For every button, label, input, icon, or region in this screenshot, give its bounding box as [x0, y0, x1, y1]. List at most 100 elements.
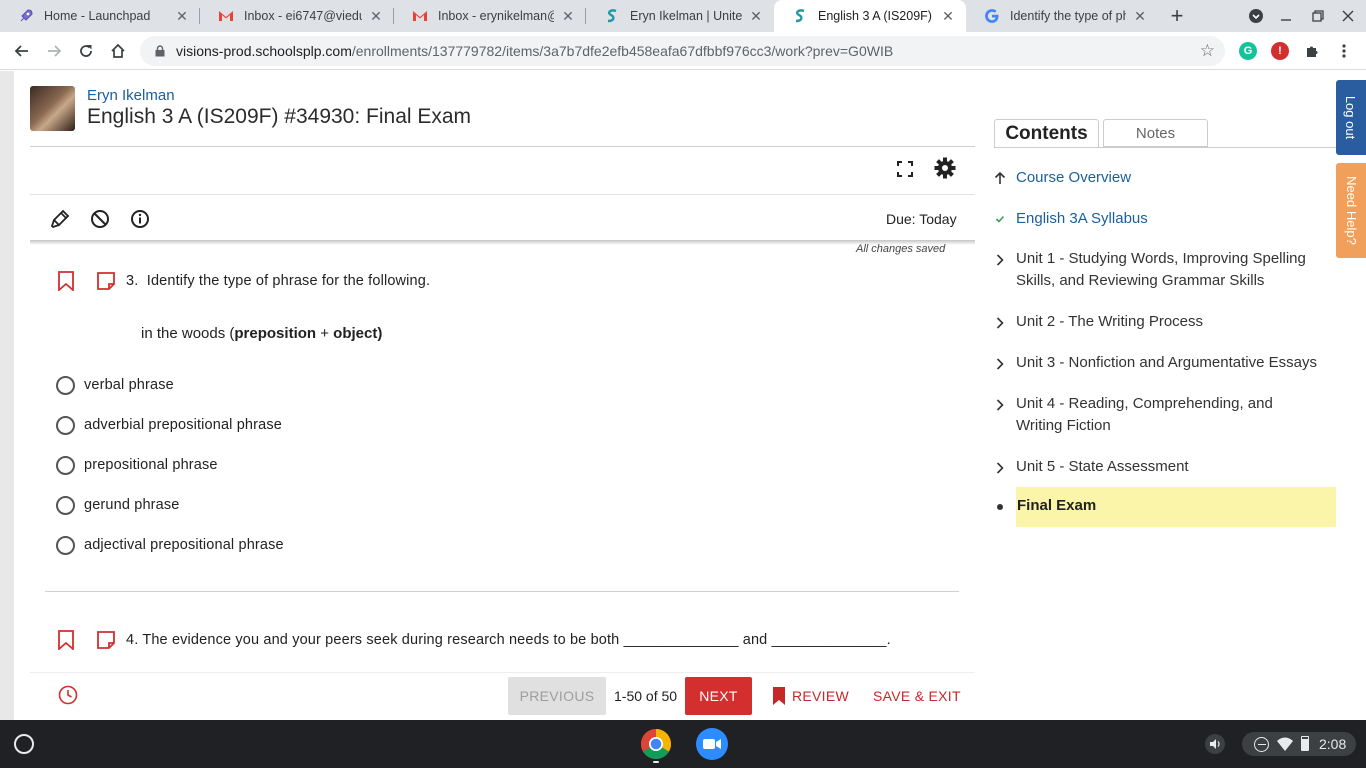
forward-arrow-icon[interactable]: [42, 39, 66, 63]
sidebar-item-label[interactable]: Unit 4 - Reading, Comprehending, and Wri…: [1016, 393, 1316, 437]
bookmark-question-icon[interactable]: [56, 630, 76, 651]
radio-button[interactable]: [56, 375, 75, 395]
radio-button[interactable]: [56, 415, 75, 435]
home-icon[interactable]: [106, 39, 130, 63]
zoom-app-icon[interactable]: [696, 728, 728, 760]
radio-button[interactable]: [56, 495, 75, 515]
tab-inbox-gmail[interactable]: Inbox - erynikelman@gr ✕: [394, 0, 586, 32]
question-number: 4.: [126, 632, 139, 648]
answer-option-prepositional-phrase[interactable]: prepositional phrase: [56, 454, 218, 476]
radio-button[interactable]: [56, 455, 75, 475]
sidebar-item-unit-5[interactable]: Unit 5 - State Assessment: [994, 456, 1336, 480]
timer-clock-icon[interactable]: [58, 685, 78, 705]
close-tab-icon[interactable]: ✕: [368, 8, 384, 24]
chevron-right-icon: [994, 356, 1006, 372]
page-counter: 1-50 of 50: [614, 688, 678, 704]
need-help-button[interactable]: Need Help?: [1336, 163, 1366, 258]
tab-english-3a[interactable]: English 3 A (IS209F) #3 ✕: [774, 0, 966, 32]
tab-inbox-viedu[interactable]: Inbox - ei6747@viedu.o ✕: [200, 0, 394, 32]
browser-toolbar: visions-prod.schoolsplp.com/enrollments/…: [0, 32, 1366, 70]
chrome-app-icon[interactable]: [640, 728, 672, 763]
gmail-icon: [218, 8, 234, 24]
close-window-icon[interactable]: [1338, 6, 1358, 26]
sidebar-item-unit-2[interactable]: Unit 2 - The Writing Process: [994, 311, 1336, 335]
sidebar-item-label[interactable]: Unit 3 - Nonfiction and Argumentative Es…: [1016, 352, 1317, 374]
close-tab-icon[interactable]: ✕: [1132, 8, 1148, 24]
tab-eryn-ikelman[interactable]: Eryn Ikelman | United S ✕: [586, 0, 774, 32]
sidebar-item-label[interactable]: Course Overview: [1016, 167, 1131, 189]
sidebar-item-label[interactable]: English 3A Syllabus: [1016, 208, 1148, 230]
new-tab-icon[interactable]: +: [1165, 3, 1189, 28]
bookmark-star-icon[interactable]: ☆: [1200, 41, 1215, 61]
battery-icon: [1301, 736, 1309, 751]
option-label[interactable]: adverbial prepositional phrase: [84, 417, 282, 433]
launcher-icon[interactable]: [14, 734, 34, 754]
close-tab-icon[interactable]: ✕: [748, 8, 764, 24]
tab-google-search[interactable]: Identify the type of phra ✕: [966, 0, 1158, 32]
sidebar-item-label[interactable]: Unit 2 - The Writing Process: [1016, 311, 1203, 333]
info-icon[interactable]: [128, 207, 152, 231]
previous-button[interactable]: PREVIOUS: [508, 677, 606, 715]
reload-icon[interactable]: [74, 39, 98, 63]
next-button[interactable]: NEXT: [685, 677, 752, 715]
sidebar-item-unit-3[interactable]: Unit 3 - Nonfiction and Argumentative Es…: [994, 352, 1336, 376]
settings-gear-icon[interactable]: [933, 156, 957, 180]
minimize-icon[interactable]: [1276, 6, 1296, 26]
sidebar-item-syllabus[interactable]: English 3A Syllabus: [994, 208, 1336, 232]
note-icon[interactable]: [96, 630, 116, 650]
extensions-puzzle-icon[interactable]: [1300, 39, 1324, 63]
restore-icon[interactable]: [1308, 6, 1328, 26]
due-date: Due: Today: [886, 211, 957, 227]
tab-contents[interactable]: Contents: [994, 119, 1099, 148]
answer-option-verbal-phrase[interactable]: verbal phrase: [56, 374, 174, 396]
sidebar-item-label[interactable]: Unit 5 - State Assessment: [1016, 456, 1189, 478]
option-label[interactable]: adjectival prepositional phrase: [84, 537, 284, 553]
sidebar-item-unit-1[interactable]: Unit 1 - Studying Words, Improving Spell…: [994, 248, 1336, 294]
chrome-menu-icon[interactable]: [1332, 39, 1356, 63]
check-icon: [994, 211, 1006, 227]
answer-option-gerund-phrase[interactable]: gerund phrase: [56, 494, 179, 516]
sidebar-item-unit-4[interactable]: Unit 4 - Reading, Comprehending, and Wri…: [994, 393, 1336, 439]
exam-page: Eryn Ikelman English 3 A (IS209F) #34930…: [0, 71, 1366, 720]
highlighter-icon[interactable]: [48, 207, 72, 231]
tab-notes[interactable]: Notes: [1103, 119, 1208, 147]
tab-search-icon[interactable]: [1246, 6, 1266, 26]
address-bar[interactable]: visions-prod.schoolsplp.com/enrollments/…: [140, 36, 1225, 66]
save-status: All changes saved: [856, 243, 946, 255]
select-to-speak-icon[interactable]: [1205, 734, 1225, 754]
grammarly-extension-icon[interactable]: G: [1239, 42, 1257, 60]
answer-option-adjectival-prepositional-phrase[interactable]: adjectival prepositional phrase: [56, 534, 284, 556]
question-number: 3.: [126, 273, 139, 289]
tab-launchpad[interactable]: Home - Launchpad ✕: [0, 0, 200, 32]
review-label: REVIEW: [792, 688, 850, 704]
logout-button[interactable]: Log out: [1336, 80, 1366, 155]
eliminate-answer-icon[interactable]: [88, 207, 112, 231]
close-tab-icon[interactable]: ✕: [940, 8, 956, 24]
student-name[interactable]: Eryn Ikelman: [87, 87, 175, 104]
radio-button[interactable]: [56, 535, 75, 555]
option-label[interactable]: prepositional phrase: [84, 457, 218, 473]
fullscreen-icon[interactable]: [893, 157, 917, 181]
back-arrow-icon[interactable]: [10, 39, 34, 63]
note-icon[interactable]: [96, 271, 116, 291]
sidebar-item-label[interactable]: Unit 1 - Studying Words, Improving Spell…: [1016, 248, 1336, 292]
toolbar-divider: [30, 194, 975, 195]
page-title: English 3 A (IS209F) #34930: Final Exam: [87, 105, 472, 128]
review-button[interactable]: REVIEW: [772, 686, 849, 706]
os-shelf: [0, 720, 1366, 768]
sidebar-item-course-overview[interactable]: Course Overview: [994, 167, 1336, 191]
chevron-right-icon: [994, 252, 1006, 268]
close-tab-icon[interactable]: ✕: [560, 8, 576, 24]
option-label[interactable]: gerund phrase: [84, 497, 179, 513]
option-label[interactable]: verbal phrase: [84, 377, 174, 393]
lock-icon[interactable]: [154, 44, 166, 58]
answer-option-adverbial-prepositional-phrase[interactable]: adverbial prepositional phrase: [56, 414, 282, 436]
bookmark-question-icon[interactable]: [56, 271, 76, 292]
question-text: The evidence you and your peers seek dur…: [142, 632, 891, 648]
extension-red-icon[interactable]: !: [1271, 42, 1289, 60]
close-tab-icon[interactable]: ✕: [174, 8, 190, 24]
save-exit-button[interactable]: SAVE & EXIT: [873, 688, 961, 704]
sidebar-item-final-exam[interactable]: Final Exam: [1017, 497, 1096, 514]
chevron-right-icon: [994, 397, 1006, 413]
system-clock: 2:08: [1319, 736, 1347, 752]
